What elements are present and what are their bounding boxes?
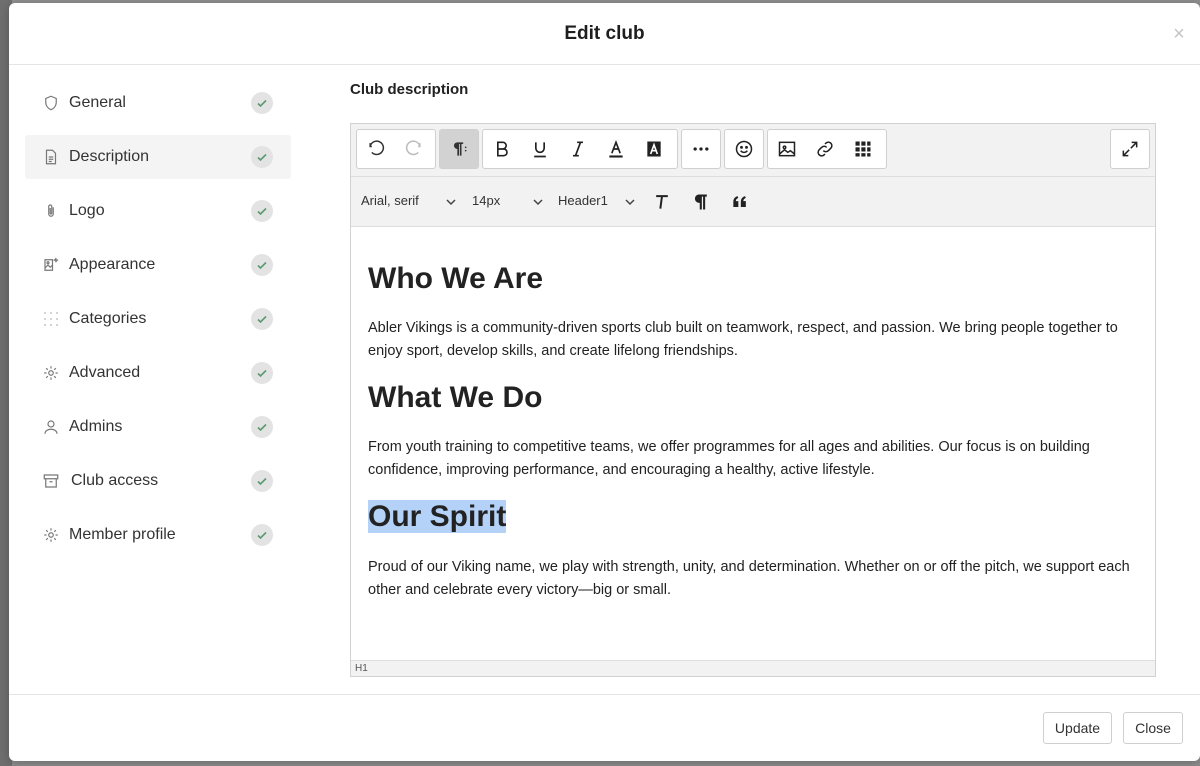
text-color-icon[interactable]: [597, 130, 635, 168]
description-panel: Club description Arial, serif 14px Heade…: [350, 81, 1156, 677]
user-icon: [41, 417, 61, 437]
grid-dots-icon: [41, 309, 61, 329]
heading-who-we-are: Who We Are: [368, 262, 544, 295]
gear-icon: [41, 363, 61, 383]
emoji-group: [724, 129, 764, 169]
selected-text: Our Spirit: [368, 500, 507, 533]
sidebar-item-member-profile[interactable]: Member profile: [25, 513, 291, 557]
sidebar-item-label: Description: [69, 148, 150, 165]
image-edit-icon: [41, 255, 61, 275]
sidebar-item-label: Club access: [71, 472, 159, 489]
undo-button[interactable]: [357, 130, 395, 168]
sidebar-item-label: Member profile: [69, 526, 176, 543]
editor-content[interactable]: Who We Are Abler Vikings is a community-…: [351, 228, 1155, 660]
more-group: [681, 129, 721, 169]
paragraph-group: [439, 129, 479, 169]
block-format-value: Header1: [558, 193, 608, 208]
sidebar-item-label: Logo: [69, 202, 105, 219]
paperclip-icon: [41, 201, 61, 221]
element-path: H1: [355, 663, 368, 674]
redo-button[interactable]: [395, 130, 433, 168]
pilcrow-icon[interactable]: [689, 190, 713, 214]
paragraph-our-spirit: Proud of our Viking name, we play with s…: [368, 559, 1130, 598]
editor-statusbar: H1: [351, 660, 1155, 676]
sidebar-item-categories[interactable]: Categories: [25, 297, 291, 341]
font-family-select[interactable]: Arial, serif: [361, 193, 456, 208]
section-title: Club description: [350, 81, 469, 98]
sidebar-item-label: General: [69, 94, 126, 111]
sidebar-item-label: Categories: [69, 310, 147, 327]
paragraph-what-we-do: From youth training to competitive teams…: [368, 439, 1090, 478]
sidebar-item-logo[interactable]: Logo: [25, 189, 291, 233]
check-icon: [251, 470, 273, 492]
text-format-group: [482, 129, 678, 169]
sidebar-item-appearance[interactable]: Appearance: [25, 243, 291, 287]
font-family-value: Arial, serif: [361, 193, 419, 208]
editor-toolbar-format: Arial, serif 14px Header1: [351, 177, 1155, 227]
sidebar-item-advanced[interactable]: Advanced: [25, 351, 291, 395]
rich-text-editor: Arial, serif 14px Header1 Who We Are Abl…: [350, 123, 1156, 677]
modal-footer: Update Close: [9, 694, 1200, 761]
close-icon[interactable]: ×: [1170, 24, 1188, 44]
document-icon: [41, 147, 61, 167]
shield-icon: [41, 93, 61, 113]
background-color-icon[interactable]: [635, 130, 673, 168]
modal-header: Edit club ×: [9, 3, 1200, 65]
clear-format-icon[interactable]: [650, 190, 674, 214]
check-icon: [251, 524, 273, 546]
sidebar-item-general[interactable]: General: [25, 81, 291, 125]
check-icon: [251, 254, 273, 276]
insert-table-icon[interactable]: [844, 130, 882, 168]
modal-title: Edit club: [564, 22, 645, 44]
sidebar-item-label: Appearance: [69, 256, 156, 273]
update-button[interactable]: Update: [1043, 712, 1112, 744]
italic-button[interactable]: [559, 130, 597, 168]
sidebar-item-admins[interactable]: Admins: [25, 405, 291, 449]
close-button[interactable]: Close: [1123, 712, 1183, 744]
insert-image-icon[interactable]: [768, 130, 806, 168]
check-icon: [251, 146, 273, 168]
editor-toolbar-main: [351, 124, 1155, 177]
chevron-down-icon: [625, 199, 635, 206]
fullscreen-group: [1110, 129, 1150, 169]
sidebar-item-label: Advanced: [69, 364, 141, 381]
font-size-select[interactable]: 14px: [472, 193, 543, 208]
paragraph-who-we-are: Abler Vikings is a community-driven spor…: [368, 320, 1118, 359]
gear-icon: [41, 525, 61, 545]
chevron-down-icon: [446, 199, 456, 206]
check-icon: [251, 92, 273, 114]
fullscreen-icon[interactable]: [1111, 130, 1149, 168]
block-format-select[interactable]: Header1: [558, 193, 635, 208]
check-icon: [251, 308, 273, 330]
insert-link-icon[interactable]: [806, 130, 844, 168]
more-options-icon[interactable]: [682, 130, 720, 168]
sidebar-nav: General Description Logo Appearance Cate…: [25, 81, 291, 567]
check-icon: [251, 362, 273, 384]
underline-button[interactable]: [521, 130, 559, 168]
font-size-value: 14px: [472, 193, 501, 208]
emoji-icon[interactable]: [725, 130, 763, 168]
chevron-down-icon: [533, 199, 543, 206]
edit-club-modal: Edit club × General Description Logo App…: [9, 3, 1200, 761]
sidebar-item-description[interactable]: Description: [25, 135, 291, 179]
check-icon: [251, 416, 273, 438]
paragraph-format-button[interactable]: [440, 130, 478, 168]
sidebar-item-label: Admins: [69, 418, 123, 435]
insert-group: [767, 129, 887, 169]
check-icon: [251, 200, 273, 222]
heading-what-we-do: What We Do: [368, 381, 543, 414]
sidebar-item-club-access[interactable]: Club access: [25, 459, 291, 503]
blockquote-icon[interactable]: [728, 190, 752, 214]
history-group: [356, 129, 436, 169]
bold-button[interactable]: [483, 130, 521, 168]
heading-our-spirit: Our Spirit: [368, 500, 507, 534]
archive-icon: [41, 471, 61, 491]
